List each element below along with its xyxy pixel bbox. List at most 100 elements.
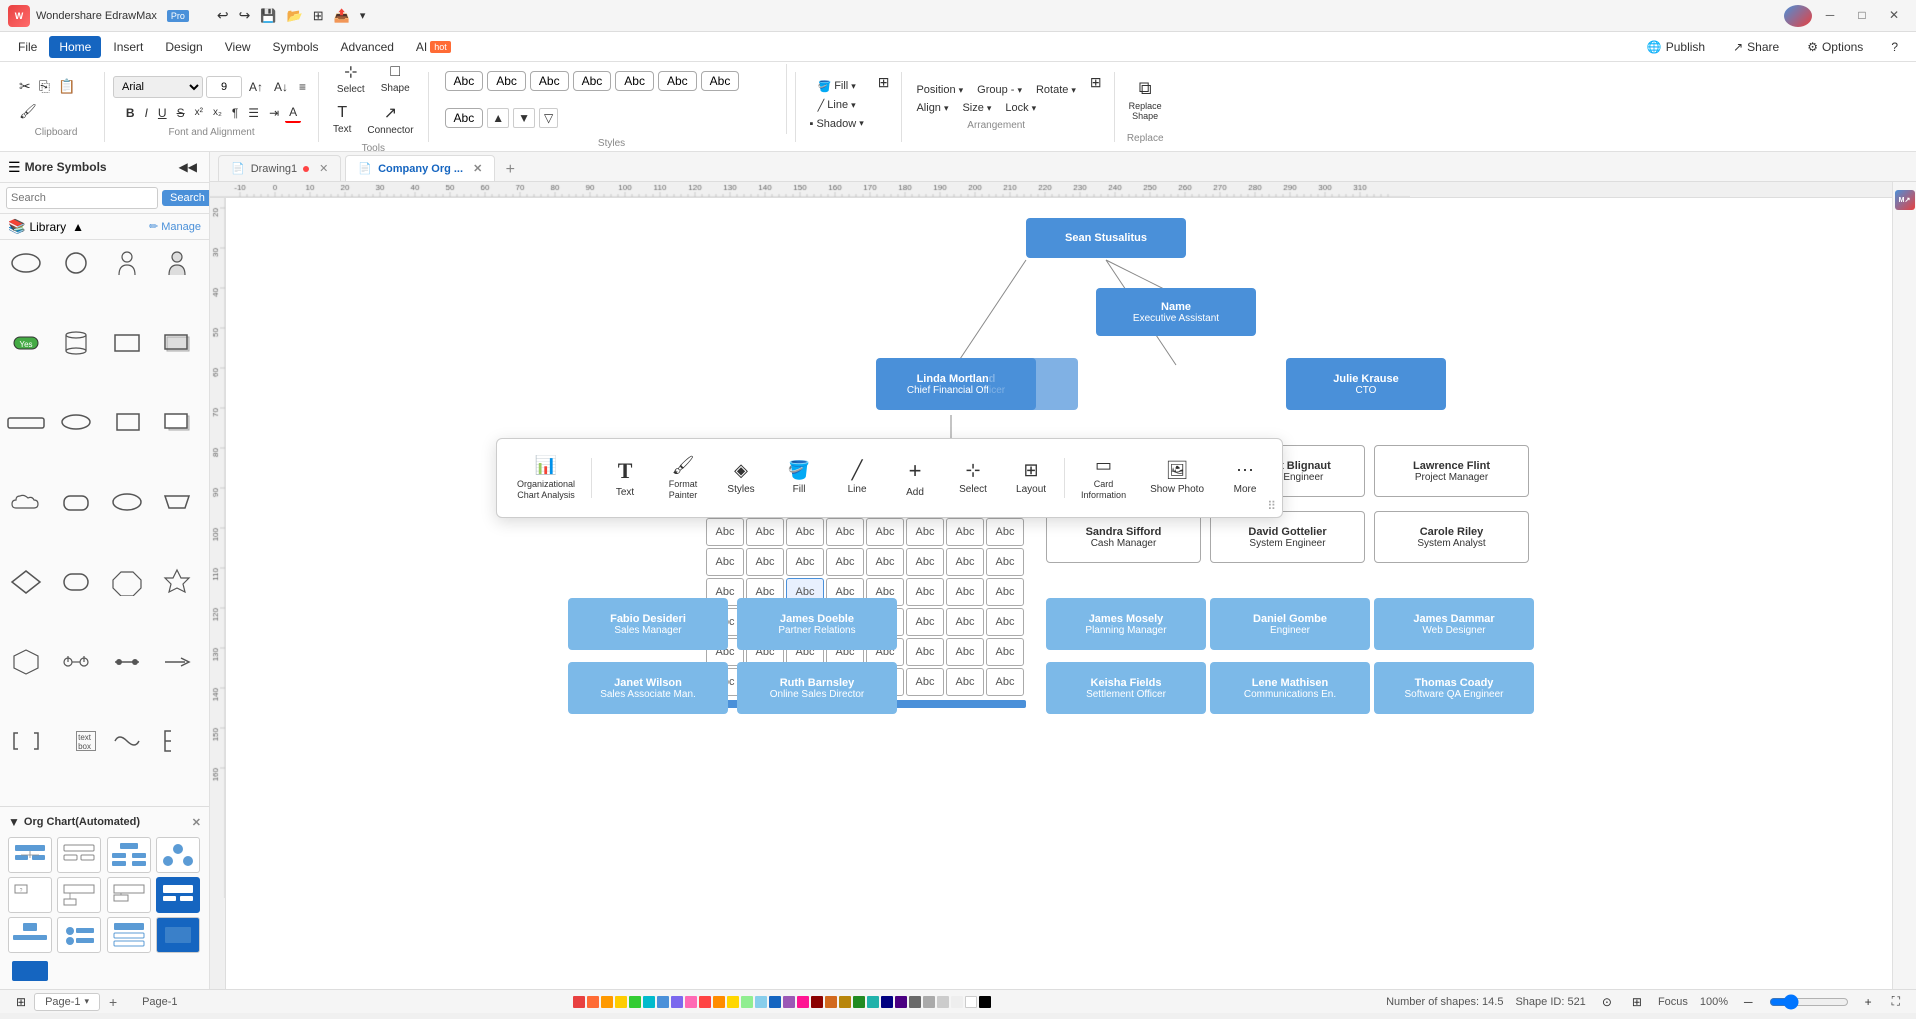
abc-cell[interactable]: Abc [866, 548, 904, 576]
styles-expand[interactable]: ▽ [539, 108, 558, 128]
shape-arrow[interactable] [157, 645, 197, 679]
shape-circle[interactable] [56, 246, 96, 280]
group-button[interactable]: Group - ▾ [971, 82, 1028, 98]
superscript-button[interactable]: x² [191, 105, 207, 120]
menu-home[interactable]: Home [49, 36, 101, 58]
org-node-ea[interactable]: Name Executive Assistant [1096, 288, 1256, 336]
org-node-ce[interactable]: Lene Mathisen Communications En. [1210, 662, 1370, 714]
redo-button[interactable]: ↪ [235, 5, 255, 26]
org-thumb-6[interactable] [57, 877, 101, 913]
abc-cell[interactable]: Abc [946, 668, 984, 696]
org-node-ceo[interactable]: Sean Stusalitus [1026, 218, 1186, 258]
abc-cell[interactable]: Abc [986, 638, 1024, 666]
rotate-button[interactable]: Rotate ▾ [1030, 82, 1082, 98]
org-thumb-8[interactable] [156, 877, 200, 913]
text-tool-button[interactable]: T Text [327, 100, 357, 139]
abc-cell[interactable]: Abc [826, 518, 864, 546]
org-node-osd[interactable]: Ruth Barnsley Online Sales Director [737, 662, 897, 714]
abc-cell[interactable]: Abc [906, 548, 944, 576]
color-brown[interactable] [825, 996, 837, 1008]
zoom-out-button[interactable]: ─ [1740, 993, 1757, 1011]
org-node-vp[interactable] [988, 358, 1078, 410]
options-button[interactable]: ⚙ Options [1797, 36, 1873, 58]
search-input[interactable] [6, 187, 158, 209]
strikethrough-button[interactable]: S [173, 104, 189, 122]
color-deep-pink[interactable] [797, 996, 809, 1008]
paste-button[interactable]: 📋 [55, 75, 78, 98]
more-button[interactable]: ▾ [356, 5, 370, 26]
shape-rect-shadow2[interactable] [157, 405, 197, 439]
ct-show-photo-button[interactable]: 🖼 Show Photo [1142, 454, 1212, 501]
export-button[interactable]: 📤 [330, 5, 354, 26]
zoom-fit-button[interactable]: ⊞ [1628, 993, 1646, 1011]
shape-rect1[interactable] [107, 326, 147, 360]
style-box-8[interactable]: Abc [445, 108, 484, 128]
menu-advanced[interactable]: Advanced [331, 36, 404, 58]
template-button[interactable]: ⊞ [309, 5, 328, 26]
org-thumb-9[interactable] [8, 917, 52, 953]
styles-scroll-up[interactable]: ▲ [487, 108, 509, 128]
abc-cell[interactable]: Abc [946, 578, 984, 606]
shape-squiggle[interactable] [107, 724, 147, 758]
org-node-pr[interactable]: James Doeble Partner Relations [737, 598, 897, 650]
color-white[interactable] [965, 996, 977, 1008]
shape-starburst[interactable] [157, 565, 197, 599]
shape-rect-shadow[interactable] [157, 326, 197, 360]
color-dark-blue[interactable] [769, 996, 781, 1008]
abc-cell[interactable]: Abc [946, 548, 984, 576]
format-painter-button[interactable]: 🖌 [16, 100, 40, 123]
shape-yes-badge[interactable]: Yes [6, 326, 46, 360]
org-color-swatch[interactable] [12, 961, 48, 981]
color-orange-red[interactable] [587, 996, 599, 1008]
ct-format-painter-button[interactable]: 🖌 FormatPainter [658, 449, 708, 507]
menu-insert[interactable]: Insert [103, 36, 153, 58]
org-thumb-2[interactable] [57, 837, 101, 873]
color-dark-gold[interactable] [839, 996, 851, 1008]
abc-cell[interactable]: Abc [906, 638, 944, 666]
tab-drawing1-close[interactable]: ✕ [319, 162, 328, 175]
abc-cell[interactable]: Abc [986, 578, 1024, 606]
shape-trapezoid[interactable] [157, 485, 197, 519]
indent-button[interactable]: ⇥ [265, 104, 283, 122]
color-indigo[interactable] [895, 996, 907, 1008]
close-button[interactable]: ✕ [1880, 5, 1908, 25]
profile-avatar[interactable] [1784, 5, 1812, 27]
shape-bracket2[interactable]: texttext box [56, 724, 96, 758]
color-teal2[interactable] [867, 996, 879, 1008]
ct-add-button[interactable]: + Add [890, 452, 940, 504]
org-node-syseng[interactable]: David Gottelier System Engineer [1210, 511, 1365, 563]
maximize-button[interactable]: □ [1848, 5, 1876, 25]
abc-cell[interactable]: Abc [906, 608, 944, 636]
org-node-sysana[interactable]: Carole Riley System Analyst [1374, 511, 1529, 563]
color-gray[interactable] [909, 996, 921, 1008]
org-node-cm[interactable]: Sandra Sifford Cash Manager [1046, 511, 1201, 563]
ct-handle[interactable]: ⠿ [1267, 499, 1276, 513]
org-thumb-4[interactable] [156, 837, 200, 873]
abc-cell[interactable]: Abc [826, 548, 864, 576]
color-light-gray[interactable] [923, 996, 935, 1008]
color-black[interactable] [979, 996, 991, 1008]
select-tool-button[interactable]: ⊹ Select [331, 59, 371, 98]
abc-cell[interactable]: Abc [906, 668, 944, 696]
publish-button[interactable]: 🌐 Publish [1637, 36, 1715, 58]
position-button[interactable]: Position ▾ [910, 82, 969, 98]
shape-cylinder[interactable] [56, 326, 96, 360]
org-thumb-12[interactable] [156, 917, 200, 953]
abc-cell[interactable]: Abc [866, 518, 904, 546]
org-node-pm[interactable]: Lawrence Flint Project Manager [1374, 445, 1529, 497]
color-teal[interactable] [643, 996, 655, 1008]
font-name-select[interactable]: Arial [113, 76, 203, 98]
menu-design[interactable]: Design [155, 36, 212, 58]
size-button[interactable]: Size ▾ [956, 100, 997, 116]
org-thumb-5[interactable]: ? [8, 877, 52, 913]
abc-cell[interactable]: Abc [986, 518, 1024, 546]
replace-shape-button[interactable]: ⧉ ReplaceShape [1123, 70, 1168, 129]
shape-octagon[interactable] [107, 565, 147, 599]
org-node-eng[interactable]: Daniel Gombe Engineer [1210, 598, 1370, 650]
abc-cell[interactable]: Abc [746, 518, 784, 546]
underline-button[interactable]: U [154, 104, 171, 122]
font-color-button[interactable]: A [285, 103, 301, 123]
abc-cell[interactable]: Abc [706, 548, 744, 576]
lock-button[interactable]: Lock ▾ [999, 100, 1042, 116]
page-layout-button[interactable]: ⊞ [12, 993, 30, 1011]
